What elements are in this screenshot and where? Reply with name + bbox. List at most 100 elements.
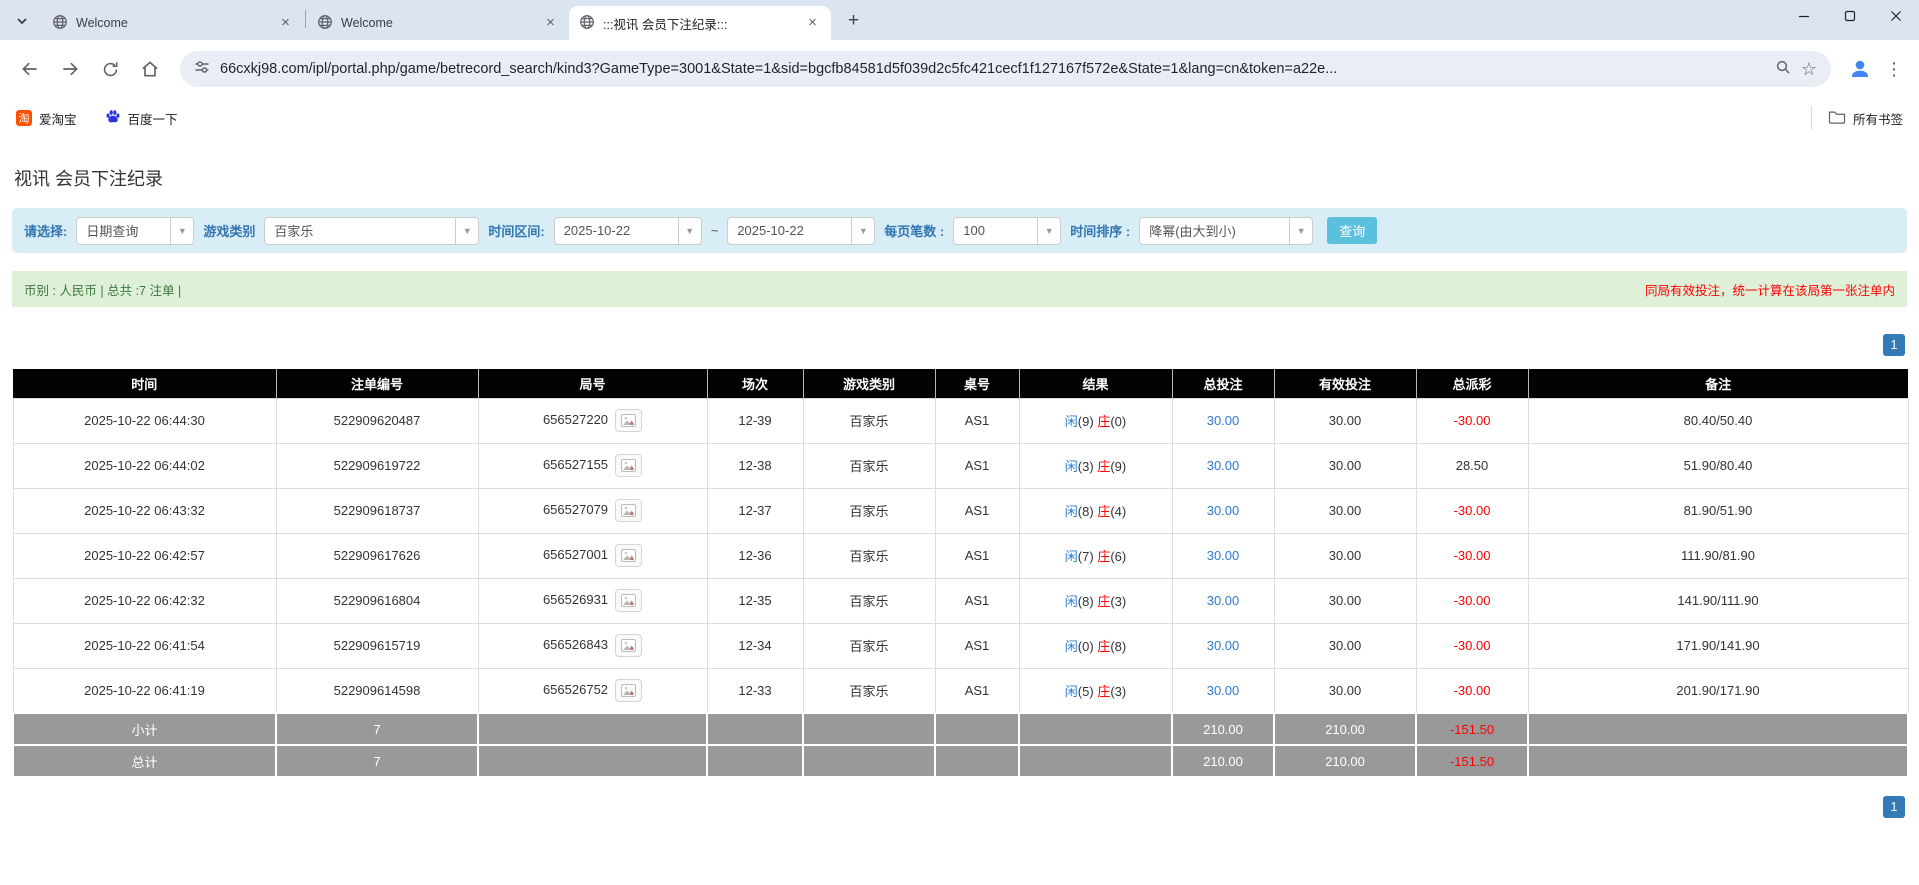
banker-result-score: (3): [1110, 683, 1127, 699]
round-image-button[interactable]: [615, 499, 643, 522]
player-result-score: (8): [1077, 504, 1094, 519]
tab-close-icon[interactable]: ×: [542, 14, 559, 32]
cell-table-number: AS1: [934, 442, 1020, 489]
column-header: 备注: [1527, 369, 1908, 398]
total-bet-link[interactable]: 30.00: [1207, 683, 1240, 698]
banker-result-score: (4): [1110, 504, 1127, 519]
page-title: 视讯 会员下注纪录: [14, 169, 164, 189]
cell-table-number: AS1: [934, 487, 1020, 534]
cell-bet-number: 522909618737: [275, 487, 479, 534]
bookmark-baidu[interactable]: 百度一下: [105, 109, 178, 128]
profile-avatar[interactable]: [1843, 52, 1877, 86]
cell-session: 12-35: [706, 577, 804, 624]
page-content: 视讯 会员下注纪录 请选择: 日期查询 ▼ 游戏类别 百家乐 ▼ 时间区间: 202…: [0, 165, 1919, 818]
url-text[interactable]: 66cxkj98.com/ipl/portal.php/game/betreco…: [220, 61, 1765, 77]
player-result-label: 闲: [1064, 504, 1078, 519]
cell-round-number: 656526752: [477, 667, 708, 714]
cell-bet-number: 522909620487: [275, 397, 479, 444]
total-bet-link[interactable]: 30.00: [1207, 548, 1240, 563]
home-button[interactable]: [132, 51, 168, 87]
url-bar[interactable]: 66cxkj98.com/ipl/portal.php/game/betreco…: [180, 51, 1831, 87]
cell-valid-bet: 30.00: [1273, 442, 1417, 489]
search-button[interactable]: 查询: [1327, 217, 1378, 244]
game-type-select[interactable]: 百家乐 ▼: [264, 216, 480, 245]
browser-menu-icon[interactable]: ⋮: [1881, 59, 1907, 80]
bookmark-taobao[interactable]: 淘 爱淘宝: [16, 109, 77, 128]
round-image-button[interactable]: [615, 589, 643, 612]
table-header-row: 时间 注单编号 局号 场次 游戏类别 桌号 结果 总投注 有效投注 总派彩 备注: [13, 369, 1908, 398]
banker-result-label: 庄: [1097, 683, 1111, 699]
forward-arrow-icon: [63, 62, 78, 76]
column-header: 结果: [1018, 369, 1172, 398]
back-button[interactable]: [12, 51, 48, 87]
close-window-button[interactable]: [1873, 0, 1919, 32]
tab-welcome-1[interactable]: Welcome ×: [42, 6, 304, 40]
per-page-select[interactable]: 100 ▼: [953, 216, 1062, 245]
page-1-button[interactable]: 1: [1883, 796, 1905, 818]
zoom-magnifier-icon[interactable]: [1775, 59, 1791, 80]
time-sort-label: 时间排序 :: [1070, 224, 1131, 239]
picture-icon: [621, 639, 637, 652]
time-sort-select[interactable]: 降幂(由大到小) ▼: [1139, 216, 1314, 245]
column-header: 场次: [706, 369, 803, 398]
cell-round-number: 656527155: [477, 442, 708, 489]
summary-valid-bet: 210.00: [1273, 744, 1417, 778]
total-bet-link[interactable]: 30.00: [1207, 503, 1240, 518]
globe-icon: [579, 14, 595, 33]
round-image-button[interactable]: [615, 409, 643, 432]
player-result-label: 闲: [1064, 459, 1078, 474]
site-info-icon[interactable]: [194, 59, 210, 80]
tab-close-icon[interactable]: ×: [277, 14, 294, 32]
round-image-button[interactable]: [615, 634, 643, 657]
cell-payout: -30.00: [1415, 532, 1529, 579]
round-image-button[interactable]: [615, 678, 643, 702]
cell-remark: 51.90/80.40: [1527, 442, 1909, 489]
currency-summary: 币别 : 人民币 | 总共 :7 注单 |: [24, 283, 182, 298]
chevron-down-icon: ▼: [1289, 217, 1312, 244]
player-result-score: (9): [1077, 414, 1094, 429]
page-1-button[interactable]: 1: [1883, 334, 1905, 356]
cell-time: 2025-10-22 06:43:32: [12, 487, 277, 534]
total-bet-link[interactable]: 30.00: [1207, 593, 1240, 608]
bookmark-star-icon[interactable]: ☆: [1801, 60, 1817, 78]
all-bookmarks-button[interactable]: 所有书签: [1810, 106, 1903, 130]
cell-result: 闲(7) 庄(6): [1018, 532, 1173, 579]
round-image-button[interactable]: [615, 544, 643, 567]
date-to-select[interactable]: 2025-10-22 ▼: [727, 216, 876, 245]
cell-round-number: 656527001: [477, 532, 708, 579]
column-header: 桌号: [934, 369, 1019, 398]
cell-remark: 171.90/141.90: [1527, 622, 1909, 669]
tab-divider: [305, 10, 306, 28]
cell-game-type: 百家乐: [802, 442, 936, 489]
picture-icon: [621, 414, 637, 427]
total-bet-link[interactable]: 30.00: [1207, 638, 1240, 653]
round-number-text: 656527220: [542, 411, 609, 427]
tab-search-button[interactable]: [8, 7, 36, 35]
cell-game-type: 百家乐: [802, 532, 936, 579]
forward-button[interactable]: [52, 51, 88, 87]
filter-panel: 请选择: 日期查询 ▼ 游戏类别 百家乐 ▼ 时间区间: 2025-10-22 ▼ ~…: [12, 208, 1907, 253]
cell-valid-bet: 30.00: [1273, 577, 1417, 624]
query-type-select[interactable]: 日期查询 ▼: [76, 216, 195, 245]
tab-bet-record-active[interactable]: :::视讯 会员下注纪录::: ×: [569, 6, 831, 40]
new-tab-button[interactable]: +: [840, 7, 867, 34]
banker-result-score: (9): [1110, 459, 1127, 474]
chevron-down-icon: ▼: [677, 217, 701, 244]
chevron-down-icon: [17, 18, 27, 25]
total-bet-link[interactable]: 30.00: [1207, 413, 1240, 428]
picture-icon: [621, 594, 637, 607]
round-image-button[interactable]: [615, 454, 643, 477]
minimize-button[interactable]: [1781, 0, 1827, 32]
round-number-text: 656526752: [542, 681, 609, 697]
date-from-select[interactable]: 2025-10-22 ▼: [553, 216, 702, 245]
tab-close-icon[interactable]: ×: [804, 14, 821, 32]
tab-welcome-2[interactable]: Welcome ×: [307, 6, 569, 40]
maximize-button[interactable]: [1827, 0, 1873, 32]
cell-round-number: 656526931: [477, 577, 708, 624]
table-row: 2025-10-22 06:42:32 522909616804 656526931…: [12, 577, 1909, 624]
tab-title: Welcome: [76, 16, 128, 30]
player-result-score: (8): [1077, 594, 1094, 609]
reload-button[interactable]: [92, 51, 128, 87]
game-type-label: 游戏类别: [203, 224, 256, 239]
total-bet-link[interactable]: 30.00: [1207, 458, 1240, 473]
